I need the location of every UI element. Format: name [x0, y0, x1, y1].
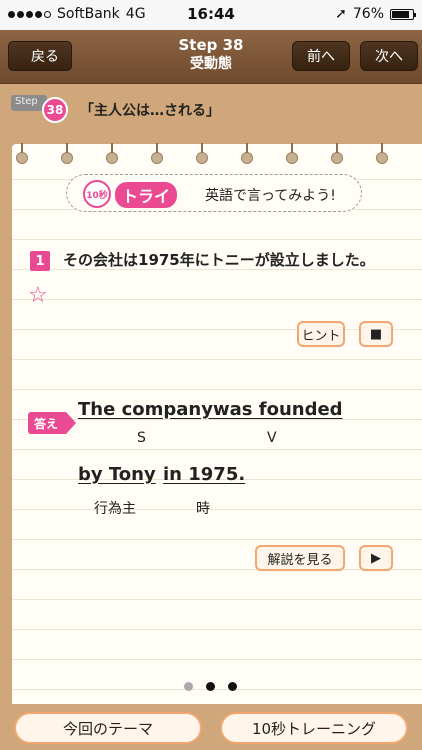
binder-ring-icon [106, 143, 118, 164]
step-subtitle: 受動態 [190, 56, 232, 72]
page-dot[interactable] [184, 682, 193, 691]
star-icon[interactable]: ☆ [28, 283, 48, 308]
binder-ring-icon [16, 143, 28, 164]
ten-seconds-badge: 10秒 [83, 180, 111, 208]
agent-role-label: 行為主 [94, 501, 136, 517]
time-role-label: 時 [196, 501, 210, 517]
bottom-toolbar: 今回のテーマ 10秒トレーニング [0, 704, 422, 750]
page-dot[interactable] [228, 682, 237, 691]
try-label: トライ [115, 182, 178, 208]
next-button[interactable]: 次へ [360, 41, 418, 71]
binder-ring-icon [196, 143, 208, 164]
subject-role-label: S [137, 430, 146, 446]
try-instruction: 英語で言ってみよう! [205, 188, 336, 204]
binder-ring-icon [286, 143, 298, 164]
page-dot[interactable] [206, 682, 215, 691]
binder-ring-icon [241, 143, 253, 164]
battery-percent: 76% [352, 6, 384, 22]
explanation-button[interactable]: 解説を見る [255, 545, 345, 571]
binder-ring-icon [331, 143, 343, 164]
location-icon: ➚ [335, 6, 347, 22]
answer-time: in 1975. [163, 464, 246, 485]
answer-tag: 答え [28, 412, 76, 434]
try-banner: 10秒 トライ 英語で言ってみよう! [66, 174, 362, 212]
answer-agent: by Tony [78, 464, 156, 485]
question-text: その会社は1975年にトニーが設立しました。 [63, 251, 375, 269]
theme-strip: Step 38 「主人公は…される」 [0, 85, 422, 135]
status-right: ➚ 76% [335, 6, 416, 22]
binder-ring-icon [376, 143, 388, 164]
step-number-badge: 38 [42, 97, 68, 123]
theme-text: 「主人公は…される」 [80, 103, 220, 119]
step-title: Step 38 [178, 36, 244, 54]
answer-subject: The company [78, 399, 213, 420]
question-number: 1 [30, 251, 50, 271]
prev-button[interactable]: 前へ [292, 41, 350, 71]
battery-icon [390, 8, 416, 20]
battery-fill [392, 10, 409, 18]
navigation-bar: 戻る Step 38 受動態 前へ 次へ [0, 30, 422, 84]
page-indicator[interactable] [184, 682, 237, 691]
status-bar: SoftBank 4G 16:44 ➚ 76% [0, 0, 422, 30]
nav-title: Step 38 受動態 [0, 36, 422, 74]
binder-ring-icon [61, 143, 73, 164]
play-button[interactable]: ▶ [359, 545, 393, 571]
theme-button[interactable]: 今回のテーマ [14, 712, 202, 744]
hint-button[interactable]: ヒント [297, 321, 345, 347]
verb-role-label: V [267, 430, 277, 446]
training-button[interactable]: 10秒トレーニング [220, 712, 408, 744]
stop-button[interactable]: ■ [359, 321, 393, 347]
binder-ring-icon [151, 143, 163, 164]
answer-verb: was founded [213, 399, 343, 420]
